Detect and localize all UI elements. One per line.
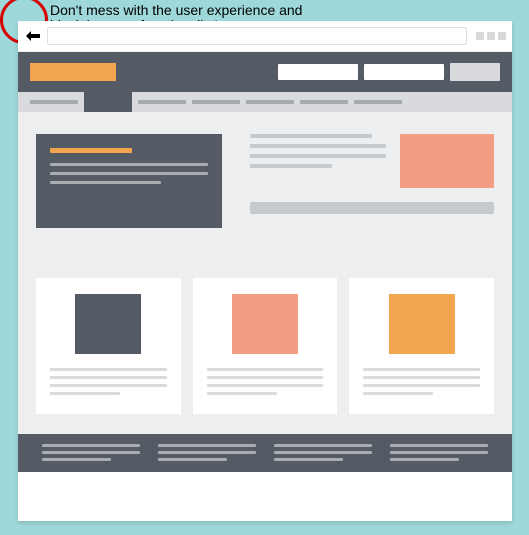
card-row [18,264,512,434]
nav-tab[interactable] [30,100,78,104]
content-card[interactable] [193,278,338,414]
text-line [42,451,140,454]
browser-chrome [18,21,512,52]
window-controls [476,32,506,40]
window-dot[interactable] [487,32,495,40]
text-line [207,392,277,395]
nav-tabs [18,92,512,112]
text-line [250,154,386,158]
text-line [50,384,167,387]
text-line [50,163,208,166]
nav-tab-active[interactable] [84,92,132,112]
search-field-placeholder[interactable] [278,64,358,80]
text-line [274,444,372,447]
text-line [50,181,161,184]
text-line [50,376,167,379]
nav-tab[interactable] [354,100,402,104]
nav-tab[interactable] [246,100,294,104]
text-line [274,458,343,461]
site-header [18,52,512,92]
content-card[interactable] [349,278,494,414]
text-line [207,376,324,379]
text-line [207,368,324,371]
back-arrow-icon [26,31,40,41]
text-line [250,164,332,168]
text-line [250,144,386,148]
thumbnail-placeholder [75,294,141,354]
text-line [363,368,480,371]
text-line [390,444,488,447]
footer-column [274,444,372,462]
nav-tab[interactable] [138,100,186,104]
browser-window [18,21,512,521]
text-line [363,392,433,395]
text-line [50,368,167,371]
text-line [158,451,256,454]
text-line [274,451,372,454]
nav-tab[interactable] [300,100,348,104]
heading-placeholder [50,148,132,153]
window-dot[interactable] [476,32,484,40]
footer-column [42,444,140,462]
input-field-placeholder[interactable] [364,64,444,80]
text-line [50,172,208,175]
text-line [363,376,480,379]
text-line [250,134,372,138]
nav-tab[interactable] [192,100,240,104]
footer [18,434,512,472]
text-line [207,384,324,387]
logo-placeholder[interactable] [30,63,116,81]
hero-content [250,134,494,228]
feature-box [36,134,222,228]
text-line [42,444,140,447]
webpage-wireframe [18,52,512,472]
content-card[interactable] [36,278,181,414]
text-line [158,458,227,461]
text-line [390,458,459,461]
thumbnail-placeholder [232,294,298,354]
thumbnail-placeholder [389,294,455,354]
text-line [42,458,111,461]
paragraph-placeholder [250,134,386,188]
text-line [50,392,120,395]
back-button[interactable] [24,27,42,45]
image-placeholder [400,134,494,188]
header-button-placeholder[interactable] [450,63,500,81]
address-bar[interactable] [47,27,467,45]
window-dot[interactable] [498,32,506,40]
text-line [363,384,480,387]
hero-section [18,112,512,250]
footer-column [158,444,256,462]
text-line [390,451,488,454]
text-line [158,444,256,447]
footer-column [390,444,488,462]
banner-placeholder [250,202,494,214]
